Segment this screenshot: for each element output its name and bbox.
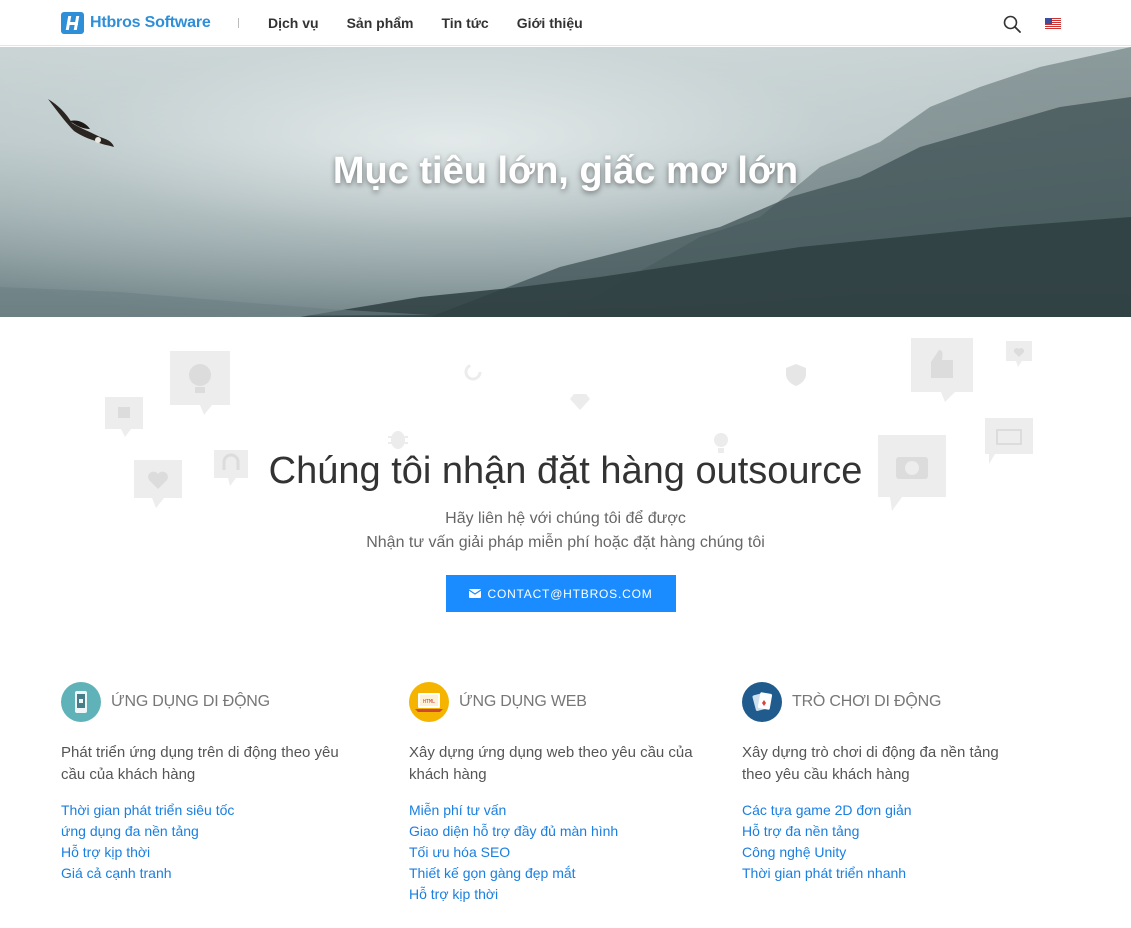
service-title: Trò chơi di động [792,693,942,710]
service-column-mobile-app: Ứng dụng di động Phát triển ứng dụng trê… [61,682,361,884]
feature-item: Công nghệ Unity [742,844,847,860]
service-description: Phát triển ứng dụng trên di động theo yê… [61,744,339,783]
feature-item: Thiết kế gọn gàng đẹp mắt [409,865,576,881]
feature-item: Thời gian phát triển siêu tốc [61,802,235,818]
bug-icon [386,427,410,451]
header-divider [238,18,239,28]
feature-list: Các tựa game 2D đơn giản Hỗ trợ đa nền t… [742,800,1032,884]
service-description: Xây dựng trò chơi di động đa nền tảng th… [742,744,999,783]
service-column-web-app: HTML Ứng dụng web Xây dựng ứng dụng web … [409,682,699,905]
outsource-title: Chúng tôi nhận đặt hàng outsource [268,450,863,492]
us-flag-icon[interactable] [1045,18,1061,29]
hero-banner: Mục tiêu lớn, giấc mơ lớn [0,47,1131,317]
logo[interactable]: Htbros Software [61,12,211,34]
mobile-phone-icon [61,682,101,722]
service-title: Ứng dụng web [459,693,587,710]
nav-item-products[interactable]: Sản phẩm [347,15,414,31]
eagle-icon [48,99,114,147]
feature-list: Thời gian phát triển siêu tốc ứng dụng đ… [61,800,361,884]
logo-text: Htbros Software [90,14,211,31]
site-header: Htbros Software Dịch vụ Sản phẩm Tin tức… [0,0,1131,46]
feature-item: Hỗ trợ kịp thời [61,844,151,860]
contact-email-label: CONTACT@HTBROS.COM [487,586,653,601]
feature-item: ứng dụng đa nền tảng [61,823,199,839]
svg-text:HTML: HTML [423,699,435,705]
nav-item-news[interactable]: Tin tức [441,15,488,31]
playing-cards-icon [742,682,782,722]
html-laptop-icon: HTML [409,682,449,722]
loading-icon [464,363,482,381]
search-icon[interactable] [1003,15,1021,33]
main-nav: Dịch vụ Sản phẩm Tin tức Giới thiệu [268,15,611,31]
lightbulb-icon [170,351,230,415]
feature-item: Hỗ trợ đa nền tảng [742,823,860,839]
outsource-subtitle-line2: Nhận tư vấn giải pháp miễn phí hoặc đặt … [366,534,765,551]
feature-item: Miễn phí tư vấn [409,802,507,818]
service-title: Ứng dụng di động [111,693,270,710]
feature-item: Hỗ trợ kịp thời [409,886,499,902]
feature-list: Miễn phí tư vấn Giao diện hỗ trợ đầy đủ … [409,800,699,905]
contact-email-button[interactable]: CONTACT@HTBROS.COM [446,575,676,612]
feature-item: Tối ưu hóa SEO [409,844,511,860]
diamond-icon [570,394,590,410]
feature-item: Giao diện hỗ trợ đầy đủ màn hình [409,823,619,839]
service-description: Xây dựng ứng dụng web theo yêu cầu của k… [409,744,693,783]
service-column-mobile-game: Trò chơi di động Xây dựng trò chơi di độ… [742,682,1032,884]
gift-icon [105,397,143,437]
hero-title: Mục tiêu lớn, giấc mơ lớn [332,150,799,192]
feature-item: Thời gian phát triển nhanh [742,865,907,881]
nav-item-about[interactable]: Giới thiệu [517,15,583,31]
outsource-subtitle-line1: Hãy liên hệ với chúng tôi để được [445,510,686,527]
nav-item-services[interactable]: Dịch vụ [268,15,319,31]
logo-icon [61,12,84,34]
shield-icon [786,364,806,386]
envelope-icon [469,589,482,598]
feature-item: Các tựa game 2D đơn giản [742,802,912,818]
heart-small-icon [1006,341,1032,367]
feature-item: Giá cả cạnh tranh [61,865,172,881]
thumbs-up-icon [911,338,973,402]
